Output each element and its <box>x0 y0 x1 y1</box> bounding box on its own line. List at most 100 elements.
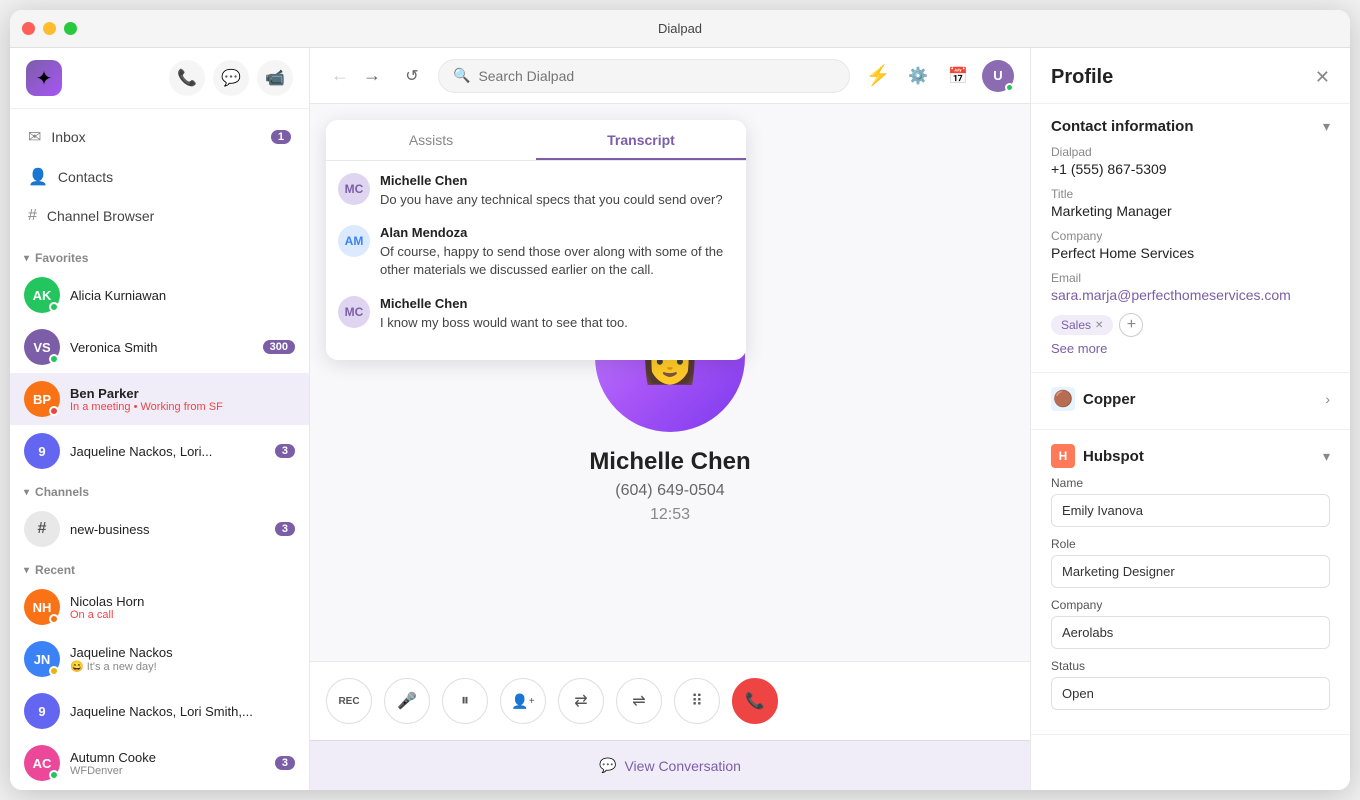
hubspot-status-label: Status <box>1051 659 1330 673</box>
channel-browser-label: Channel Browser <box>47 208 154 224</box>
recent-section-header[interactable]: ▾ Recent <box>10 555 309 581</box>
channels-label: Channels <box>35 485 89 499</box>
minimize-window-btn[interactable] <box>43 22 56 35</box>
ai-icon: ⚡ <box>866 63 891 88</box>
contact-name: Jaqueline Nackos, Lori Smith,... <box>70 704 295 719</box>
hubspot-chevron-icon: ▾ <box>1323 448 1330 465</box>
tab-assists[interactable]: Assists <box>326 120 536 160</box>
tab-transcript[interactable]: Transcript <box>536 120 746 160</box>
channels-section-header[interactable]: ▾ Channels <box>10 477 309 503</box>
end-call-button[interactable]: 📞 <box>732 678 778 724</box>
recent-item-jaqueline[interactable]: JN Jaqueline Nackos 😄 It's a new day! <box>10 633 309 685</box>
company-label: Company <box>1051 229 1330 243</box>
reload-button[interactable]: ↺ <box>398 62 426 90</box>
hubspot-integration-header[interactable]: H Hubspot ▾ <box>1051 444 1330 468</box>
hubspot-role-input[interactable] <box>1051 555 1330 588</box>
calendar-button[interactable]: 📅 <box>942 60 974 92</box>
hubspot-company-input[interactable] <box>1051 616 1330 649</box>
avatar: BP <box>24 381 60 417</box>
close-profile-button[interactable]: ✕ <box>1315 67 1330 88</box>
recent-item-jaqueline-group[interactable]: 9 Jaqueline Nackos, Lori Smith,... <box>10 685 309 737</box>
recent-item-sarah[interactable]: SM Sarah McKenzie OOO 7/11 — 7/15 <box>10 789 309 790</box>
favorite-item-jaqueline-group[interactable]: 9 Jaqueline Nackos, Lori... 3 <box>10 425 309 477</box>
avatar: AC <box>24 745 60 781</box>
title-field: Title Marketing Manager <box>1051 187 1330 219</box>
unread-badge: 3 <box>275 444 295 458</box>
hubspot-name-label: Name <box>1051 476 1330 490</box>
contact-info: Jaqueline Nackos, Lori... <box>70 444 265 459</box>
ai-button[interactable]: ⚡ <box>862 60 894 92</box>
message-sender: Michelle Chen <box>380 296 734 311</box>
inbox-badge: 1 <box>271 130 291 144</box>
add-person-button[interactable]: 👤+ <box>500 678 546 724</box>
mute-button[interactable]: 🎤 <box>384 678 430 724</box>
hubspot-name: Hubspot <box>1083 448 1144 465</box>
channel-item-new-business[interactable]: # new-business 3 <box>10 503 309 555</box>
contact-status: In a meeting • Working from SF <box>70 401 295 413</box>
see-more-link[interactable]: See more <box>1051 341 1107 356</box>
contact-name: Jaqueline Nackos <box>70 645 295 660</box>
sidebar-scroll: ▾ Favorites AK Alicia Kurniawan VS <box>10 243 309 790</box>
settings-button[interactable]: ⚙️ <box>902 60 934 92</box>
hubspot-status-input[interactable] <box>1051 677 1330 710</box>
add-tag-button[interactable]: + <box>1119 313 1143 337</box>
contact-status: 😄 It's a new day! <box>70 660 295 673</box>
chat-icon: 💬 <box>599 757 616 774</box>
copper-integration-header[interactable]: 🟤 Copper › <box>1051 387 1330 411</box>
record-button[interactable]: REC <box>326 678 372 724</box>
transfer-button[interactable]: ⇄ <box>558 678 604 724</box>
sidebar-item-contacts[interactable]: 👤 Contacts <box>10 157 309 197</box>
swap-button[interactable]: ⇌ <box>616 678 662 724</box>
favorite-item-ben[interactable]: BP Ben Parker In a meeting • Working fro… <box>10 373 309 425</box>
hold-button[interactable]: ⏸ <box>442 678 488 724</box>
recent-item-autumn[interactable]: AC Autumn Cooke WFDenver 3 <box>10 737 309 789</box>
hubspot-name-input[interactable] <box>1051 494 1330 527</box>
dialpad-logo: ✦ <box>26 60 62 96</box>
message-content: Michelle Chen Do you have any technical … <box>380 173 734 209</box>
view-conversation-bar[interactable]: 💬 View Conversation <box>310 740 1030 790</box>
transcript-messages: MC Michelle Chen Do you have any technic… <box>326 161 746 360</box>
contact-name: Veronica Smith <box>70 340 253 355</box>
recent-item-nicolas[interactable]: NH Nicolas Horn On a call <box>10 581 309 633</box>
forward-button[interactable]: → <box>358 62 386 90</box>
sidebar-item-channel-browser[interactable]: # Channel Browser <box>10 197 309 235</box>
copper-chevron-icon: › <box>1325 391 1330 407</box>
top-bar-actions: ⚡ ⚙️ 📅 U <box>862 60 1014 92</box>
status-indicator <box>49 614 59 624</box>
contact-status: WFDenver <box>70 765 265 777</box>
email-value[interactable]: sara.marja@perfecthomeservices.com <box>1051 287 1330 303</box>
favorites-section-header[interactable]: ▾ Favorites <box>10 243 309 269</box>
tag-remove-icon[interactable]: ✕ <box>1095 320 1103 331</box>
maximize-window-btn[interactable] <box>64 22 77 35</box>
favorite-item-veronica[interactable]: VS Veronica Smith 300 <box>10 321 309 373</box>
company-value: Perfect Home Services <box>1051 245 1330 261</box>
channel-icon: # <box>24 511 60 547</box>
tag-sales: Sales ✕ <box>1051 315 1113 335</box>
profile-title: Profile <box>1051 66 1113 89</box>
hubspot-integration-left: H Hubspot <box>1051 444 1144 468</box>
video-action-btn[interactable]: 📹 <box>257 60 293 96</box>
contacts-label: Contacts <box>58 169 113 185</box>
unread-badge: 3 <box>275 756 295 770</box>
sidebar-item-inbox[interactable]: ✉ Inbox 1 <box>10 117 309 157</box>
keypad-button[interactable]: ⠿ <box>674 678 720 724</box>
inbox-label: Inbox <box>51 129 85 145</box>
dialpad-field: Dialpad +1 (555) 867-5309 <box>1051 145 1330 177</box>
profile-header: Profile ✕ <box>1031 48 1350 104</box>
close-window-btn[interactable] <box>22 22 35 35</box>
contact-name: Alicia Kurniawan <box>70 288 295 303</box>
profile-panel: Profile ✕ Contact information ▾ Dialpad … <box>1030 48 1350 790</box>
favorite-item-alicia[interactable]: AK Alicia Kurniawan <box>10 269 309 321</box>
phone-action-btn[interactable]: 📞 <box>169 60 205 96</box>
profile-scroll: Contact information ▾ Dialpad +1 (555) 8… <box>1031 104 1350 790</box>
title-label: Title <box>1051 187 1330 201</box>
transcript-tabs: Assists Transcript <box>326 120 746 161</box>
contact-info-header[interactable]: Contact information ▾ <box>1051 118 1330 135</box>
user-avatar[interactable]: U <box>982 60 1014 92</box>
hubspot-icon: H <box>1051 444 1075 468</box>
chat-action-btn[interactable]: 💬 <box>213 60 249 96</box>
back-button[interactable]: ← <box>326 62 354 90</box>
contact-name: Ben Parker <box>70 386 295 401</box>
search-input[interactable] <box>478 68 835 84</box>
sidebar-nav: ✉ Inbox 1 👤 Contacts # Channel Browser <box>10 109 309 243</box>
